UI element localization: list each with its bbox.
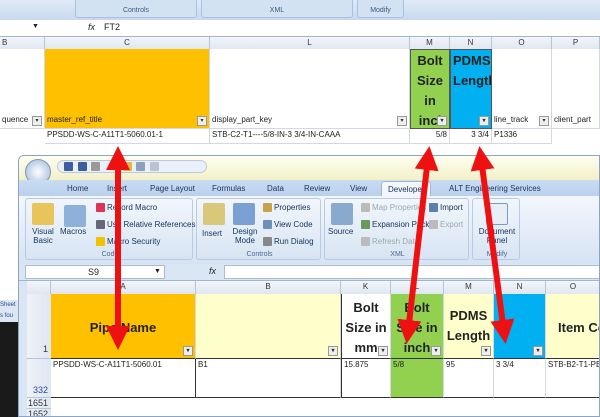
arrow-pdms-length [470, 146, 515, 344]
annotation-arrows [106, 146, 515, 350]
arrow-bolt-size [397, 146, 439, 344]
